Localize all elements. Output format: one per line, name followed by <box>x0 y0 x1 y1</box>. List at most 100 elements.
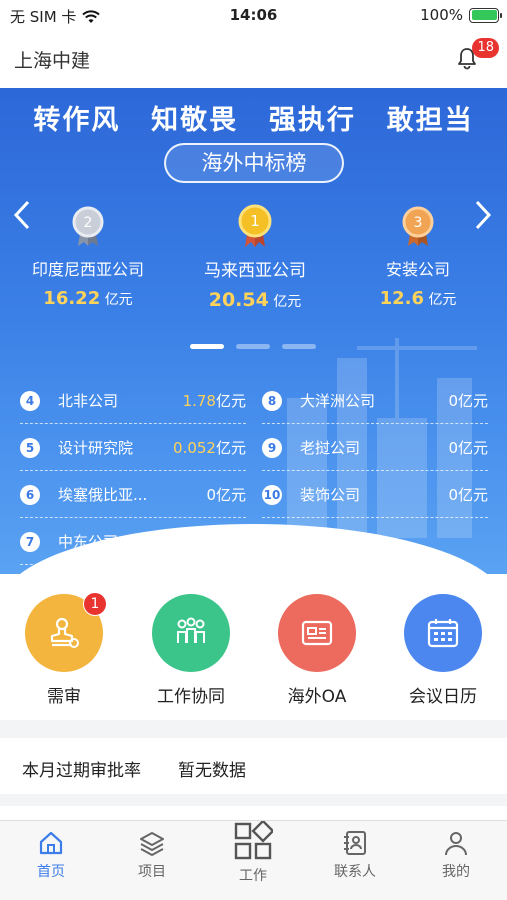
rank-row[interactable]: 10 装饰公司 0亿元 <box>262 472 488 518</box>
rank-amount: 0 <box>448 439 458 457</box>
podium-company: 印度尼西亚公司 <box>31 260 144 279</box>
rank-number: 10 <box>262 485 282 505</box>
rank-row[interactable]: 5 设计研究院 0.052亿元 <box>20 425 246 471</box>
podium-amount: 20.54 <box>208 289 269 311</box>
document-icon <box>301 620 333 646</box>
podium-third[interactable]: 3 安装公司 12.6 亿元 <box>368 206 468 309</box>
podium-rank-2: 2 <box>84 215 93 231</box>
gold-medal-icon: 1 <box>238 204 272 247</box>
rank-number: 6 <box>20 485 40 505</box>
rank-amount: 0 <box>448 392 458 410</box>
podium-company: 马来西亚公司 <box>204 261 306 281</box>
rank-company: 设计研究院 <box>58 439 134 457</box>
tab-projects[interactable]: 项目 <box>112 829 192 881</box>
page-title: 上海中建 <box>14 50 91 72</box>
rank-row[interactable]: 9 老挝公司 0亿元 <box>262 425 488 471</box>
app-label: 需审 <box>47 687 81 707</box>
podium-rank-3: 3 <box>414 215 423 231</box>
rank-company: 大洋洲公司 <box>300 392 376 410</box>
status-bar: 无 SIM 卡 14:06 100% <box>0 0 507 30</box>
bronze-medal-icon: 3 <box>402 206 434 246</box>
battery-percent: 100% <box>420 6 463 24</box>
rank-number: 7 <box>20 532 40 552</box>
tab-label: 首页 <box>37 864 65 880</box>
stamp-icon <box>50 617 79 648</box>
tab-me[interactable]: 我的 <box>416 829 496 881</box>
slogan-4: 敢担当 <box>386 105 474 136</box>
rank-number: 4 <box>20 391 40 411</box>
podium-unit: 亿元 <box>273 294 302 310</box>
rank-amount: 0.052 <box>173 439 216 457</box>
rank-unit: 亿元 <box>215 392 246 410</box>
rank-number: 9 <box>262 438 282 458</box>
rank-number: 5 <box>20 438 40 458</box>
app-icon-circle <box>404 594 482 672</box>
tab-label: 我的 <box>442 864 470 880</box>
tab-work[interactable]: 工作 <box>213 821 293 885</box>
rank-row[interactable]: 4 北非公司 1.78亿元 <box>20 378 246 424</box>
ranking-banner[interactable]: 转作风 知敬畏 强执行 敢担当 海外中标榜 2 印度尼西亚公司 16.22 亿元… <box>0 88 507 574</box>
podium-company: 安装公司 <box>385 260 450 279</box>
rank-unit: 亿元 <box>457 486 488 504</box>
podium-amount: 12.6 <box>379 288 424 309</box>
app-review[interactable]: 1 需审 <box>9 592 119 707</box>
overdue-rate-card[interactable]: 本月过期审批率 暂无数据 <box>0 738 507 794</box>
rank-row[interactable]: 6 埃塞俄比亚... 0亿元 <box>20 472 246 518</box>
rank-row[interactable]: 8 大洋洲公司 0亿元 <box>262 378 488 424</box>
rank-title: 海外中标榜 <box>164 143 344 183</box>
rank-company: 老挝公司 <box>300 439 361 457</box>
app-collaboration[interactable]: 工作协同 <box>136 594 246 707</box>
podium-unit: 亿元 <box>104 292 133 308</box>
rank-amount: 0 <box>206 486 216 504</box>
rank-unit: 亿元 <box>457 439 488 457</box>
app-meeting-calendar[interactable]: 会议日历 <box>388 594 498 707</box>
rank-company: 埃塞俄比亚... <box>58 486 148 504</box>
app-icon-circle <box>152 594 230 672</box>
carousel-dots[interactable] <box>190 344 316 349</box>
app-icon-circle <box>278 594 356 672</box>
carousel-dot-active[interactable] <box>190 344 224 349</box>
rank-amount: 0 <box>448 486 458 504</box>
tab-label: 项目 <box>138 864 166 880</box>
carousel-dot[interactable] <box>236 344 270 349</box>
app-label: 海外OA <box>287 687 347 707</box>
podium-unit: 亿元 <box>428 292 457 308</box>
slogan-2: 知敬畏 <box>151 105 239 136</box>
rank-number: 8 <box>262 391 282 411</box>
tab-home[interactable]: 首页 <box>11 829 91 881</box>
podium-rank-1: 1 <box>250 212 260 230</box>
rank-amount: 0 <box>206 533 216 551</box>
slogan-1: 转作风 <box>33 105 121 136</box>
silver-medal-icon: 2 <box>72 206 104 246</box>
tab-label: 联系人 <box>334 864 376 880</box>
rank-company: 北非公司 <box>58 392 119 410</box>
podium-second[interactable]: 2 印度尼西亚公司 16.22 亿元 <box>28 206 148 309</box>
chevron-right-icon[interactable] <box>469 198 495 232</box>
app-header: 上海中建 18 <box>0 30 507 88</box>
rank-unit: 亿元 <box>215 533 246 551</box>
rank-row[interactable]: 7 中东公司 0亿元 <box>20 519 246 565</box>
home-icon <box>39 831 63 855</box>
rank-unit: 亿元 <box>457 392 488 410</box>
podium-first[interactable]: 1 马来西亚公司 20.54 亿元 <box>190 204 320 311</box>
battery-icon <box>469 7 502 23</box>
app-label: 会议日历 <box>409 687 477 707</box>
podium-amount: 16.22 <box>43 288 101 309</box>
app-overseas-oa[interactable]: 海外OA <box>262 594 372 707</box>
rank-company: 中东公司 <box>58 533 119 551</box>
person-icon <box>445 832 467 856</box>
overdue-value: 暂无数据 <box>178 761 246 781</box>
rank-unit: 亿元 <box>215 439 246 457</box>
layers-icon <box>140 832 164 856</box>
rank-unit: 亿元 <box>215 486 246 504</box>
app-label: 工作协同 <box>157 687 225 707</box>
slogan-3: 强执行 <box>268 105 356 136</box>
rank-company: 装饰公司 <box>300 486 361 504</box>
tab-bar: 首页 项目 工作 联系人 我的 <box>0 820 507 900</box>
carousel-dot[interactable] <box>282 344 316 349</box>
app-icon-circle: 1 <box>25 592 107 672</box>
notification-badge: 18 <box>472 38 499 58</box>
tab-contacts[interactable]: 联系人 <box>315 829 395 881</box>
app-badge: 1 <box>83 592 107 616</box>
tab-label: 工作 <box>239 868 267 884</box>
